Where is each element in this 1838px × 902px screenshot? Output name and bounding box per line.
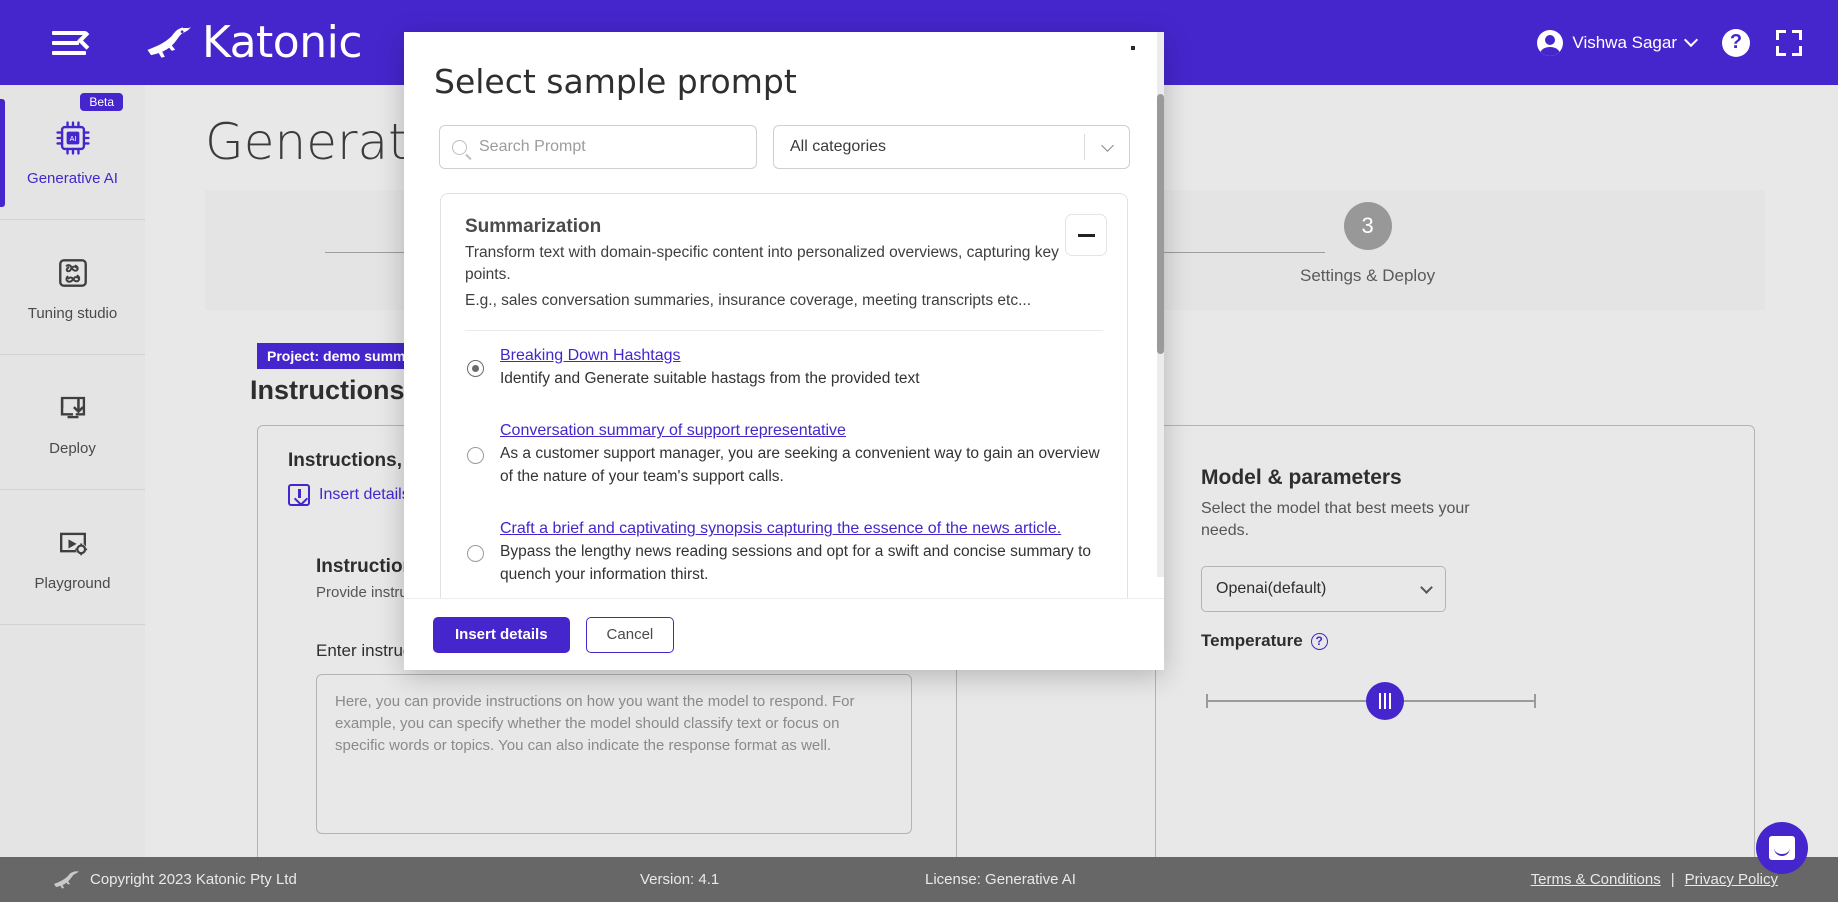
footer-version: Version: 4.1 [640, 871, 720, 888]
chat-widget-button[interactable] [1756, 822, 1808, 874]
modal-scrollbar[interactable] [1157, 32, 1164, 577]
category-select-value: All categories [790, 138, 887, 155]
prompt-text: Craft a brief and captivating synopsis c… [500, 520, 1103, 586]
brand-name: Katonic [202, 17, 363, 68]
prompt-description: Bypass the lengthy news reading sessions… [500, 543, 1092, 583]
fullscreen-icon[interactable] [1776, 29, 1802, 56]
prompt-group-summarization: Summarization Transform text with domain… [440, 193, 1128, 598]
prompt-radio[interactable] [467, 544, 484, 562]
prompt-title-link[interactable]: Conversation summary of support represen… [500, 422, 846, 440]
search-input[interactable] [477, 137, 744, 157]
help-circle-icon[interactable]: ? [1310, 632, 1328, 650]
footer-separator: | [1670, 871, 1675, 888]
step-3[interactable]: 3 Settings & Deploy [1300, 202, 1435, 286]
sidebar-item-label: Generative AI [27, 169, 118, 187]
sidebar-item-label: Tuning studio [27, 304, 118, 322]
model-select-value: Openai(default) [1216, 580, 1327, 597]
group-title: Summarization [465, 216, 602, 237]
top-bar-right: Vishwa Sagar ? [1537, 28, 1802, 57]
prompt-radio[interactable] [467, 360, 484, 378]
playground-gear-icon [59, 532, 87, 555]
footer-bar: Copyright 2023 Katonic Pty Ltd Version: … [0, 857, 1838, 902]
deploy-download-icon [60, 396, 85, 419]
list-item[interactable]: Breaking Down Hashtags Identify and Gene… [465, 331, 1103, 406]
chevron-down-icon [1420, 580, 1433, 594]
step-label: Settings & Deploy [1300, 266, 1436, 285]
model-parameters-card: Model & parameters Select the model that… [1155, 425, 1755, 857]
privacy-link[interactable]: Privacy Policy [1685, 871, 1778, 888]
hamburger-collapse-icon[interactable] [52, 28, 96, 58]
brand-logo: Katonic [144, 17, 363, 68]
sidebar-item-deploy[interactable]: Deploy [0, 355, 145, 490]
sidebar-item-tuning-studio[interactable]: Tuning studio [0, 220, 145, 355]
search-icon [452, 139, 467, 155]
terms-link[interactable]: Terms & Conditions [1531, 871, 1661, 888]
model-parameters-heading: Model & parameters [1201, 466, 1402, 489]
cancel-button[interactable]: Cancel [585, 616, 675, 653]
temperature-slider[interactable] [1206, 682, 1536, 720]
select-sample-prompt-modal: Select sample prompt All categories Summ… [404, 32, 1164, 670]
prompt-description: As a customer support manager, you are s… [500, 445, 1100, 485]
prompt-radio[interactable] [467, 446, 484, 464]
kangaroo-icon [54, 870, 79, 888]
kangaroo-icon [147, 26, 191, 58]
sidebar: Beta AI Generative AI Tuning studio Depl… [0, 85, 145, 857]
app-root: Katonic Vishwa Sagar ? Beta AI Generativ… [0, 0, 1838, 902]
prompt-scroll-area[interactable]: Summarization Transform text with domain… [404, 193, 1164, 598]
sidebar-item-label: Deploy [49, 439, 96, 457]
chevron-down-icon[interactable] [1085, 138, 1129, 154]
sidebar-item-generative-ai[interactable]: Beta AI Generative AI [0, 85, 145, 220]
modal-title: Select sample prompt [434, 62, 797, 101]
avatar [1537, 29, 1564, 56]
puzzle-icon [58, 258, 87, 287]
slider-handle[interactable] [1366, 682, 1404, 720]
slider-cap-right [1534, 694, 1536, 708]
list-item[interactable]: Conversation summary of support represen… [465, 406, 1103, 504]
list-item[interactable]: Craft a brief and captivating synopsis c… [465, 504, 1103, 598]
insert-details-button[interactable]: Insert details [433, 616, 570, 653]
user-menu[interactable]: Vishwa Sagar [1537, 29, 1699, 56]
footer-links: Terms & Conditions | Privacy Policy [1531, 871, 1778, 888]
sidebar-item-label: Playground [34, 574, 111, 592]
search-prompt-box[interactable] [439, 125, 757, 169]
svg-text:AI: AI [69, 134, 76, 143]
modal-footer: Insert details Cancel [404, 598, 1164, 670]
sidebar-item-playground[interactable]: Playground [0, 490, 145, 625]
model-select[interactable]: Openai(default) [1201, 566, 1446, 612]
temperature-label-row: Temperature ? [1201, 631, 1328, 651]
chevron-down-icon [1683, 32, 1699, 48]
prompt-text: Conversation summary of support represen… [500, 422, 1103, 488]
modal-filters: All categories [439, 125, 1164, 169]
model-parameters-description: Select the model that best meets your ne… [1201, 500, 1470, 540]
footer-copyright: Copyright 2023 Katonic Pty Ltd [90, 871, 297, 888]
group-description-line-1: Transform text with domain-specific cont… [465, 244, 1059, 283]
collapse-group-button[interactable] [1065, 214, 1107, 256]
step-number: 3 [1343, 202, 1392, 250]
prompt-title-link[interactable]: Breaking Down Hashtags [500, 347, 681, 365]
modal-corner-dot [1131, 46, 1135, 50]
chat-icon [1769, 836, 1795, 860]
help-icon[interactable]: ? [1722, 28, 1750, 57]
prompt-title-link[interactable]: Craft a brief and captivating synopsis c… [500, 520, 1061, 538]
scrollbar-thumb[interactable] [1157, 94, 1164, 354]
instructions-textarea[interactable]: Here, you can provide instructions on ho… [316, 674, 912, 834]
ai-chip-icon: AI [55, 120, 90, 155]
user-name: Vishwa Sagar [1572, 32, 1677, 52]
category-select[interactable]: All categories [773, 125, 1130, 169]
prompt-description: Identify and Generate suitable hastags f… [500, 370, 920, 387]
temperature-label: Temperature [1201, 631, 1303, 650]
group-description-line-2: E.g., sales conversation summaries, insu… [465, 292, 1031, 309]
prompt-text: Breaking Down Hashtags Identify and Gene… [500, 347, 1103, 390]
minus-icon [1077, 233, 1095, 237]
slider-cap-left [1206, 694, 1208, 708]
insert-download-icon [288, 484, 310, 506]
footer-license: License: Generative AI [925, 871, 1076, 888]
beta-badge: Beta [80, 93, 123, 111]
